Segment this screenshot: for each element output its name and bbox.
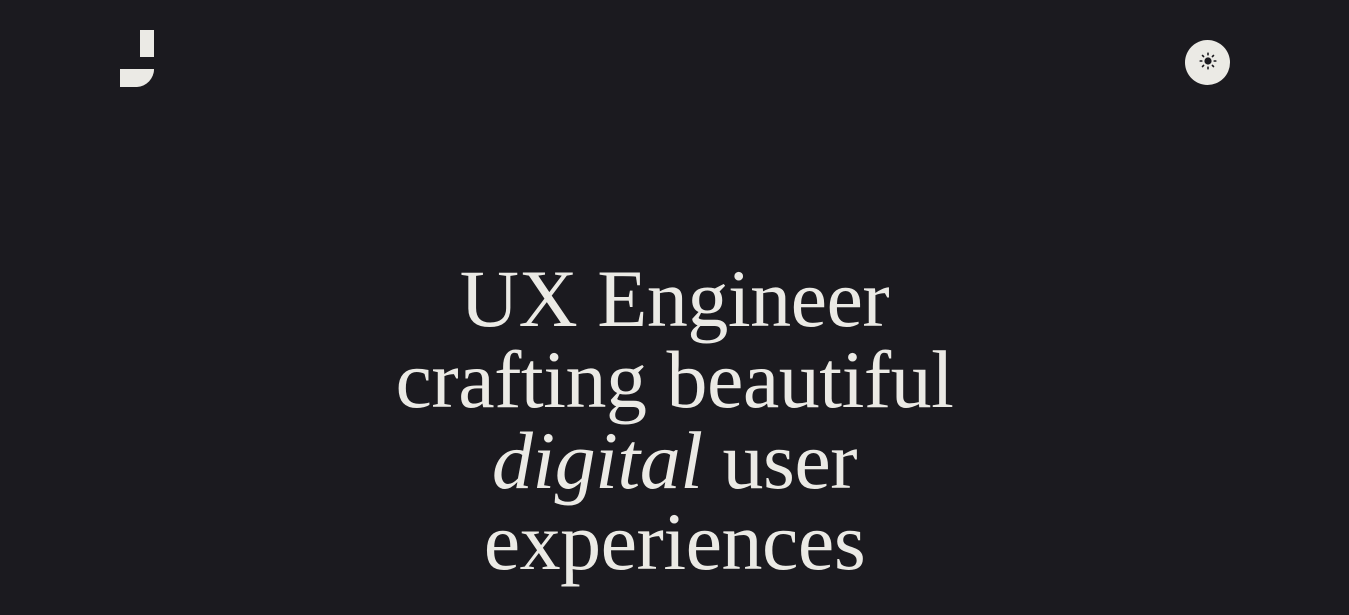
hero-line-3-rest: user: [702, 415, 858, 506]
theme-toggle-button[interactable]: [1185, 40, 1230, 85]
hero-italic-word: digital: [491, 415, 703, 506]
hero-heading: UX Engineer crafting beautiful digital u…: [0, 253, 1349, 587]
hero-line-1: UX Engineer: [459, 253, 890, 344]
hero-line-2: crafting beautiful: [395, 334, 954, 425]
j-letter-logo-icon[interactable]: [120, 30, 156, 88]
sun-icon: [1198, 52, 1217, 73]
hero-line-3: digital user: [0, 420, 1349, 502]
hero-line-4: experiences: [483, 496, 866, 587]
